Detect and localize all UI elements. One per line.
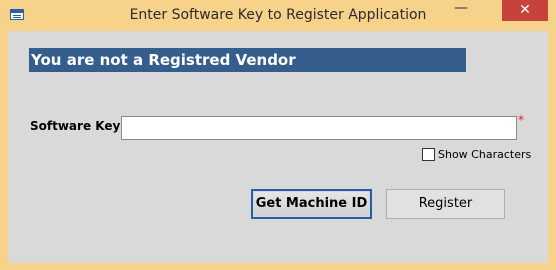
show-characters-checkbox[interactable] (422, 148, 435, 161)
not-registered-banner: You are not a Registred Vendor (29, 48, 466, 72)
register-button[interactable]: Register (386, 189, 505, 219)
register-dialog: Enter Software Key to Register Applicati… (0, 0, 556, 270)
get-machine-id-button[interactable]: Get Machine ID (251, 189, 372, 219)
title-bar[interactable]: Enter Software Key to Register Applicati… (0, 0, 556, 32)
show-characters-label[interactable]: Show Characters (438, 148, 531, 161)
software-key-input[interactable] (121, 116, 517, 140)
minimize-button[interactable]: — (447, 0, 475, 20)
software-key-label: Software Key: (30, 119, 126, 133)
close-button[interactable]: ✕ (502, 0, 548, 21)
dialog-client-area: You are not a Registred Vendor Software … (8, 31, 548, 263)
required-marker: * (518, 113, 524, 127)
